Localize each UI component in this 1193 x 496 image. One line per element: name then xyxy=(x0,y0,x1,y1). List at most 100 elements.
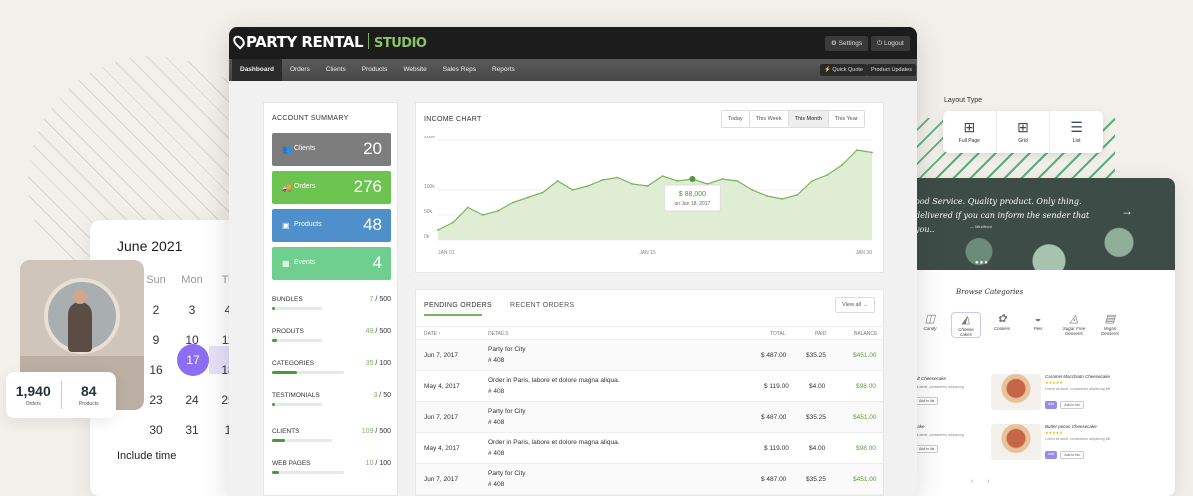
range-this-month[interactable]: This Month xyxy=(788,111,829,127)
nav-items: Dashboard Orders Clients Products Websit… xyxy=(232,59,523,81)
range-this-year[interactable]: This Year xyxy=(829,111,864,127)
table-row[interactable]: Jun 7, 2017 Party for City # 408 $ 487.0… xyxy=(416,464,883,495)
category-candy[interactable]: ◫ Candy xyxy=(915,312,945,338)
calendar-day[interactable]: 3 xyxy=(174,295,210,325)
calendar-day[interactable]: 31 xyxy=(174,415,210,445)
add-to-list-button[interactable]: Add to list xyxy=(915,397,939,405)
layout-option-list[interactable]: ☰ List xyxy=(1050,111,1103,153)
gear-icon: ⚙ xyxy=(831,40,837,47)
category-vegan[interactable]: ▤ Vegan Desserts xyxy=(1095,312,1125,338)
tile-events[interactable]: ▦ Events 4 xyxy=(272,247,391,280)
nav-products[interactable]: Products xyxy=(354,59,396,81)
cell-detail: Party for City xyxy=(488,408,526,415)
arrow-right-icon: → xyxy=(862,302,869,308)
column-total: TOTAL xyxy=(770,331,786,337)
top-bar: PARTY RENTAL STUDIO ⚙ Settings ⏻ Logout xyxy=(229,27,917,59)
layout-option-grid[interactable]: ⊞ Grid xyxy=(997,111,1051,153)
arrow-right-icon[interactable]: → xyxy=(1121,204,1133,218)
logout-button[interactable]: ⏻ Logout xyxy=(871,36,910,51)
table-row[interactable]: May 4, 2017 Order in Paris, labore et do… xyxy=(416,371,883,402)
add-to-list-button[interactable]: Add to list xyxy=(1060,401,1084,409)
pagination-arrows[interactable]: ‹ › xyxy=(971,478,996,485)
add-to-list-button[interactable]: Add to list xyxy=(915,445,939,453)
tile-clients[interactable]: 👥 Clients 20 xyxy=(272,133,391,166)
tab-pending-orders[interactable]: PENDING ORDERS xyxy=(424,302,492,309)
nav-website[interactable]: Website xyxy=(395,59,434,81)
cell-order-id: # 408 xyxy=(488,481,505,488)
highlight-point xyxy=(689,176,696,182)
progress-value: 3 / 50 xyxy=(373,392,391,399)
carousel-dots[interactable]: ●●● xyxy=(975,260,989,266)
data-point xyxy=(481,214,484,216)
product-card[interactable]: Caramel Macchiato Cheesecake ★★★★★ Lorem… xyxy=(991,374,1171,414)
truck-icon: 🚚 xyxy=(282,183,292,192)
table-row[interactable]: Jun 7, 2017 Party for City # 408 $ 487.0… xyxy=(416,402,883,433)
product-updates-button[interactable]: Product Updates xyxy=(867,64,916,76)
calendar-dow: Mon xyxy=(181,274,203,286)
main-nav: Dashboard Orders Clients Products Websit… xyxy=(229,59,917,81)
range-today[interactable]: Today xyxy=(722,111,750,127)
category-label: Candy xyxy=(923,326,937,331)
shop-hero-author: — Mindfront xyxy=(970,224,992,229)
range-this-week[interactable]: This Week xyxy=(750,111,789,127)
quick-quote-button[interactable]: ⚡ Quick Quote xyxy=(820,64,867,76)
nav-reports[interactable]: Reports xyxy=(484,59,523,81)
product-name: Butter pecan Cheesecake xyxy=(1045,424,1097,429)
add-button[interactable]: Add xyxy=(1045,401,1058,409)
product-card[interactable]: cake sit amet, consectetur adipiscing Ad… xyxy=(915,424,985,455)
tile-orders[interactable]: 🚚 Orders 276 xyxy=(272,171,391,204)
table-row[interactable]: Jun 7, 2017 Party for City # 408 $ 487.0… xyxy=(416,340,883,371)
category-sugar-free[interactable]: ◬ Sugar Free Desserts xyxy=(1059,312,1089,338)
progress-value: 109 / 500 xyxy=(361,428,391,435)
cell-paid: $4.00 xyxy=(809,445,826,452)
settings-button[interactable]: ⚙ Settings xyxy=(825,36,869,51)
cell-order-id: # 408 xyxy=(488,357,505,364)
tile-value: 48 xyxy=(363,215,382,234)
product-card[interactable]: alt Cheesecake sit amet, consectetur adi… xyxy=(915,376,985,407)
y-tick-label: 50k xyxy=(424,209,433,215)
cell-detail: Party for City xyxy=(488,470,526,477)
tab-recent-orders[interactable]: RECENT ORDERS xyxy=(510,302,574,309)
nav-dashboard[interactable]: Dashboard xyxy=(232,59,282,81)
data-point xyxy=(796,194,799,196)
add-to-list-button[interactable]: Add to list xyxy=(1060,451,1084,459)
view-all-button[interactable]: View all → xyxy=(835,297,875,313)
nav-clients[interactable]: Clients xyxy=(318,59,354,81)
category-pies[interactable]: ◒ Pies xyxy=(1023,312,1053,338)
tile-label: Orders xyxy=(294,183,316,190)
power-icon: ⏻ xyxy=(877,40,883,47)
category-label: Sugar Free Desserts xyxy=(1062,326,1086,336)
quick-quote-label: Quick Quote xyxy=(832,67,863,73)
view-all-label: View all xyxy=(842,302,861,308)
data-point xyxy=(751,189,754,191)
cell-balance: $98.00 xyxy=(856,383,876,390)
bolt-icon: ⚡ xyxy=(824,67,831,73)
progress-fill xyxy=(272,371,298,374)
calendar-day[interactable]: 24 xyxy=(174,385,210,415)
category-label: Cheese cakes xyxy=(958,327,974,337)
users-icon: 👥 xyxy=(282,145,292,154)
progress-web-pages: WEB PAGES 10 / 100 xyxy=(272,460,391,474)
include-time-label[interactable]: Include time xyxy=(117,450,176,462)
x-tick-label: JAN 30 xyxy=(856,250,873,256)
tooltip-value: $ 88,000 xyxy=(679,191,706,198)
table-row[interactable]: May 4, 2017 Order in Paris, labore et do… xyxy=(416,433,883,464)
tile-products[interactable]: ▣ Products 48 xyxy=(272,209,391,242)
calendar-day[interactable]: 30 xyxy=(138,415,174,445)
orders-table-body: Jun 7, 2017 Party for City # 408 $ 487.0… xyxy=(416,340,883,496)
column-date[interactable]: DATE ↑ xyxy=(424,331,441,337)
nav-sales-reps[interactable]: Sales Reps xyxy=(435,59,484,81)
add-button[interactable]: Add xyxy=(1045,451,1058,459)
stat-orders: 1,940 Orders xyxy=(6,383,61,407)
category-cheese-cakes[interactable]: ◭ Cheese cakes xyxy=(951,312,981,338)
layout-option-full-page[interactable]: ⊞ Full Page xyxy=(943,111,997,153)
product-card[interactable]: Butter pecan Cheesecake ★★★★★ Lorem sit … xyxy=(991,424,1171,464)
nav-orders[interactable]: Orders xyxy=(282,59,318,81)
cell-balance: $451.00 xyxy=(853,476,877,483)
progress-track xyxy=(272,339,322,342)
app-logo[interactable]: PARTY RENTAL STUDIO xyxy=(230,33,427,51)
calendar-selected-day[interactable]: 17 xyxy=(177,344,209,376)
layout-option-label: Full Page xyxy=(958,138,980,144)
category-cookies[interactable]: ✿ Cookies xyxy=(987,312,1017,338)
tile-value: 20 xyxy=(363,139,382,158)
